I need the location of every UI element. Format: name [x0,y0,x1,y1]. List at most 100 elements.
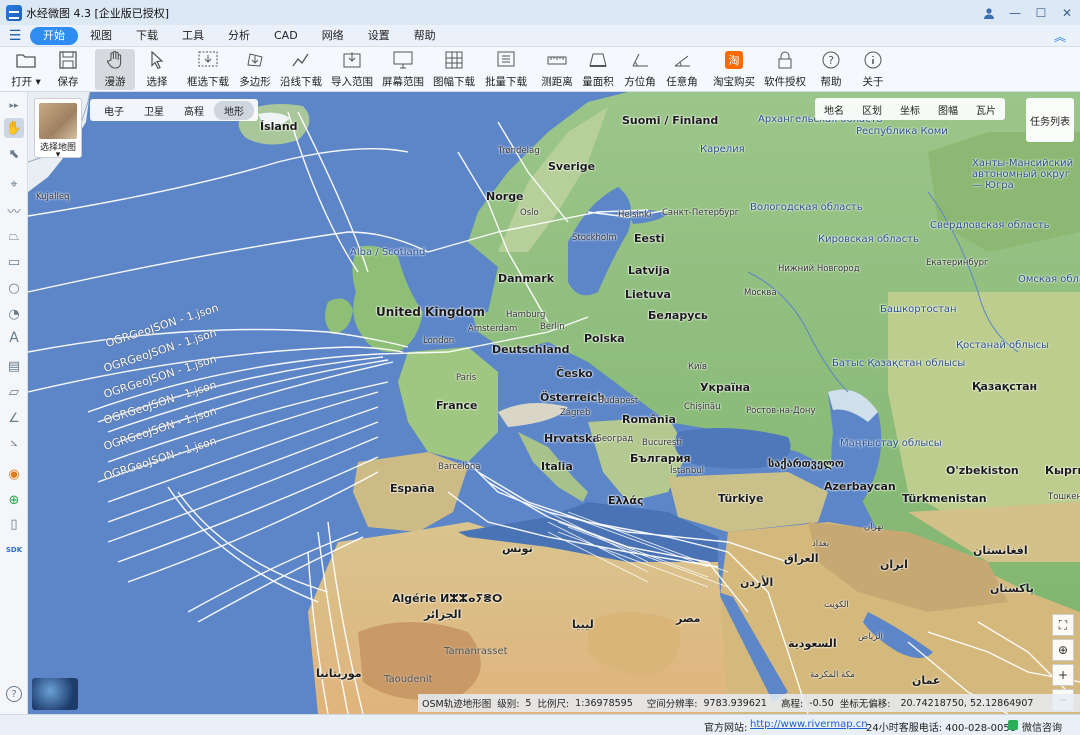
map-label: Lietuva [625,288,671,301]
rectangle-tool-icon[interactable]: ▭ [4,252,24,272]
website-link[interactable]: http://www.rivermap.cn [750,719,868,730]
tab-place-names[interactable]: 地名 [815,102,853,117]
window-title: 水经微图 4.3 [企业版已授权] [26,6,170,20]
hamburger-menu-icon[interactable]: ☰ [0,28,30,44]
locate-icon[interactable]: ⊕ [1052,639,1074,661]
map-label: Tamanrasset [444,646,508,657]
taobao-buy-button[interactable]: 淘 淘宝购买 [708,49,760,89]
menu-analysis[interactable]: 分析 [216,27,262,45]
layers-tool-icon[interactable]: ◉ [4,464,24,484]
map-label: România [622,413,676,426]
user-icon[interactable] [976,0,1002,25]
map-view[interactable]: OGRGeoJSON - 1.json OGRGeoJSON - 1.json … [28,92,1080,714]
map-label: Нижний Новгород [778,264,860,274]
import-range-button[interactable]: 导入范围 [326,49,378,89]
menu-tools[interactable]: 工具 [170,27,216,45]
tab-divisions[interactable]: 区划 [853,102,891,117]
license-button[interactable]: 软件授权 [759,49,811,89]
map-label: Berlin [540,322,565,332]
map-type-switcher: 电子 卫星 高程 地形 [90,99,258,121]
link-tool-icon[interactable]: ⊕ [4,490,24,510]
globe-overview[interactable] [32,678,78,710]
map-type-terrain[interactable]: 地形 [214,100,254,120]
map-label: Ханты-Мансийский автономный округ — Югра [972,158,1074,191]
line-download-button[interactable]: 沿线下载 [275,49,327,89]
status-level-label: 级别: [497,699,520,710]
tab-sheets[interactable]: 图幅 [929,102,967,117]
map-label: Қостанай облысы [956,340,1049,351]
menu-help[interactable]: 帮助 [402,27,448,45]
hand-icon [103,49,127,71]
phone-tool-icon[interactable]: ▯ [4,514,24,534]
hand-tool-icon[interactable]: ✋ [4,118,24,138]
menu-start[interactable]: 开始 [30,26,78,45]
map-label: Екатеринбург [926,258,989,268]
map-type-satellite[interactable]: 卫星 [134,101,174,120]
wechat-consult-link[interactable]: 微信咨询 [1022,719,1062,734]
close-button[interactable]: ✕ [1054,0,1080,25]
map-label: Кировская область [818,234,919,245]
bearing-icon [628,49,652,71]
map-label: Paris [456,373,477,383]
zoom-in-button[interactable]: + [1052,664,1074,686]
marker-tool-icon[interactable]: ⌖ [4,174,24,194]
select-button[interactable]: 选择 [131,49,183,89]
sheet-download-button[interactable]: 图幅下载 [428,49,480,89]
sector-tool-icon[interactable]: ◔ [4,304,24,324]
measure-distance-label: 测距离 [541,76,573,88]
text-tool-icon[interactable]: A [4,328,24,348]
map-label: O'zbekiston [946,464,1019,477]
expand-panel-icon[interactable]: ▸▸ [4,96,24,116]
chevron-down-icon[interactable]: ▾ [36,76,41,88]
menu-network[interactable]: 网络 [310,27,356,45]
select-tool-icon[interactable]: ⬉ [4,144,24,164]
task-list-button[interactable]: 任务列表 [1026,98,1074,142]
any-angle-button[interactable]: 任意角 [656,49,708,89]
minimize-button[interactable]: — [1002,0,1028,25]
map-source-picker[interactable]: 选择地图 ▾ [34,98,82,160]
select-label: 选择 [146,76,168,88]
roam-button[interactable]: 漫游 [95,49,135,90]
map-type-electronic[interactable]: 电子 [94,101,134,120]
tab-coordinates[interactable]: 坐标 [891,102,929,117]
area-measure-tool-icon[interactable]: ⏥ [4,382,24,402]
fullscreen-icon[interactable]: ⛶ [1052,614,1074,636]
polygon-button[interactable]: 多边形 [229,49,281,89]
map-label: Батыс Қазақстан облысы [832,358,966,369]
menu-cad[interactable]: CAD [262,27,310,45]
app-logo-icon [6,4,22,21]
circle-tool-icon[interactable]: ○ [4,278,24,298]
map-label: Омская область [1018,274,1080,285]
maximize-button[interactable]: ☐ [1028,0,1054,25]
bearing-tool-icon[interactable]: ∠ [4,408,24,428]
batch-download-button[interactable]: 批量下载 [480,49,532,89]
question-icon[interactable]: ? [6,686,22,702]
about-button[interactable]: 关于 [847,49,899,89]
sdk-tool-icon[interactable]: SDK [4,540,24,560]
ruler-tool-icon[interactable]: ▤ [4,356,24,376]
help-label: 帮助 [820,76,842,88]
wechat-icon [1008,720,1018,730]
status-layer: OSM轨迹地形图 [422,699,492,710]
box-download-button[interactable]: 框选下载 [182,49,234,89]
map-label: Kujalleq [36,192,70,202]
save-button[interactable]: 保存 [42,49,94,89]
collapse-ribbon-icon[interactable]: ︽ [1054,28,1066,45]
map-type-elevation[interactable]: 高程 [174,101,214,120]
map-label: Helsinki [618,210,652,220]
screen-range-button[interactable]: 屏幕范围 [377,49,429,89]
ruler-icon [545,49,569,71]
measure-area-label: 量面积 [582,76,614,88]
menu-view[interactable]: 视图 [78,27,124,45]
tab-tiles[interactable]: 瓦片 [967,102,1005,117]
menu-settings[interactable]: 设置 [356,27,402,45]
import-icon [340,49,364,71]
box-download-label: 框选下载 [187,76,229,88]
map-label: Taoudenit [384,674,433,685]
area-icon [586,49,610,71]
area-tool-icon[interactable]: ⏢ [4,226,24,246]
line-tool-icon[interactable]: 〰 [4,200,24,220]
angle-tool-icon[interactable]: ⦣ [4,432,24,452]
menu-download[interactable]: 下载 [124,27,170,45]
info-icon [861,49,885,71]
